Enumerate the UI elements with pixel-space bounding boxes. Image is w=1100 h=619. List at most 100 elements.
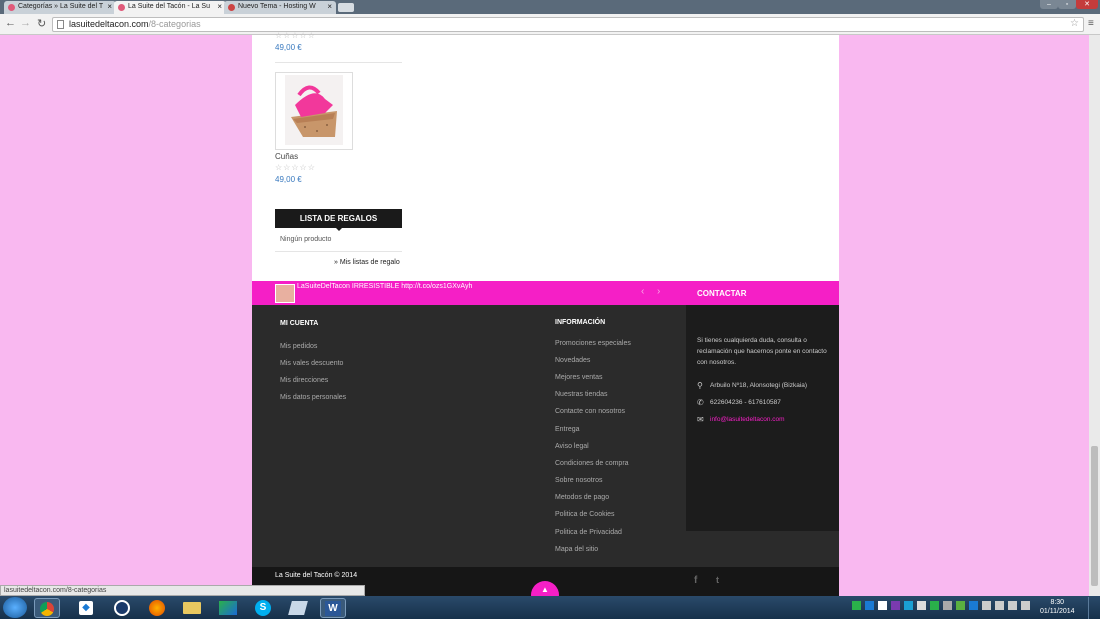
account-link[interactable]: Mis datos personales: [280, 394, 346, 401]
map-pin-icon: ⚲: [697, 381, 703, 390]
info-link[interactable]: Contacte con nosotros: [555, 408, 625, 415]
word-taskbar-icon[interactable]: W: [320, 598, 346, 618]
my-gift-lists-link[interactable]: » Mis listas de regalo: [334, 259, 400, 266]
tray-icon[interactable]: [891, 601, 900, 610]
product-name[interactable]: Cuñas: [275, 152, 298, 161]
facebook-icon[interactable]: f: [694, 575, 697, 586]
account-link[interactable]: Mis pedidos: [280, 343, 317, 350]
signal-icon[interactable]: [982, 601, 991, 610]
clock-time: 8:30: [1050, 599, 1065, 606]
tray-icon[interactable]: [865, 601, 874, 610]
system-tray: [852, 601, 1032, 613]
tray-icon[interactable]: [943, 601, 952, 610]
firefox-taskbar-icon[interactable]: [144, 598, 170, 618]
info-link[interactable]: Mejores ventas: [555, 374, 602, 381]
tray-icon[interactable]: [904, 601, 913, 610]
account-title: MI CUENTA: [280, 320, 319, 327]
close-window-button[interactable]: ✕: [1076, 0, 1098, 9]
mail-icon: ✉: [697, 415, 704, 424]
dropbox-taskbar-icon[interactable]: ◆: [73, 598, 99, 618]
menu-icon[interactable]: ≡: [1088, 18, 1094, 29]
close-tab-icon[interactable]: ×: [327, 2, 332, 11]
url-host: lasuitedeltacon.com: [69, 19, 149, 29]
info-link[interactable]: Politica de Cookies: [555, 511, 615, 518]
url-path: /8-categorias: [148, 19, 201, 29]
info-link[interactable]: Condiciones de compra: [555, 460, 629, 467]
info-link[interactable]: Metodos de pago: [555, 494, 609, 501]
tab-categorias[interactable]: Categorías » La Suite del T ×: [4, 1, 116, 14]
twitter-icon[interactable]: t: [716, 575, 719, 585]
forward-arrow-icon[interactable]: →: [20, 17, 31, 29]
tray-icon[interactable]: [878, 601, 887, 610]
tray-icon[interactable]: [852, 601, 861, 610]
product-price: 49,00 €: [275, 43, 302, 52]
divider: [275, 251, 402, 252]
phone-icon: ✆: [697, 398, 704, 407]
account-link[interactable]: Mis direcciones: [280, 377, 328, 384]
page-icon: [57, 20, 64, 29]
divider: [275, 62, 402, 63]
contact-title: CONTACTAR: [697, 289, 747, 298]
site-favicon-icon: [118, 4, 125, 11]
tray-icon[interactable]: [969, 601, 978, 610]
info-link[interactable]: Novedades: [555, 357, 590, 364]
reload-icon[interactable]: ↻: [37, 17, 46, 30]
rating-stars: ☆☆☆☆☆: [275, 31, 316, 40]
tray-icon[interactable]: [930, 601, 939, 610]
info-link[interactable]: Entrega: [555, 426, 580, 433]
address-bar[interactable]: lasuitedeltacon.com/8-categorias ☆: [52, 17, 1084, 32]
contact-intro: Si tienes cualquierda duda, consulta o r…: [697, 337, 827, 366]
system-clock[interactable]: 8:30 01/11/2014: [1040, 598, 1075, 616]
new-tab-button[interactable]: [338, 3, 354, 12]
prev-tweet-arrow-icon[interactable]: ‹: [641, 286, 644, 297]
tray-icon[interactable]: [917, 601, 926, 610]
network-taskbar-icon[interactable]: [215, 598, 241, 618]
copyright: La Suite del Tacón © 2014: [275, 572, 358, 579]
hosting-favicon-icon: [228, 4, 235, 11]
back-arrow-icon[interactable]: ←: [5, 17, 16, 29]
info-link[interactable]: Nuestras tiendas: [555, 391, 608, 398]
contact-email-link[interactable]: info@lasuitedeltacon.com: [710, 414, 785, 425]
clock-date: 01/11/2014: [1040, 608, 1075, 615]
tab-label: La Suite del Tacón - La Su: [128, 3, 210, 10]
browser-tab-bar: Categorías » La Suite del T × La Suite d…: [0, 0, 1100, 14]
gift-list-title: LISTA DE REGALOS: [275, 209, 402, 228]
product-price: 49,00 €: [275, 175, 302, 184]
scrollbar-thumb[interactable]: [1091, 446, 1098, 586]
close-tab-icon[interactable]: ×: [107, 2, 112, 11]
account-link[interactable]: Mis vales descuento: [280, 360, 343, 367]
info-title: INFORMACIÓN: [555, 319, 606, 326]
contact-address: Arbuilo Nº18, Alonsotegi (Bizkaia): [710, 382, 808, 389]
rating-stars: ☆☆☆☆☆: [275, 163, 316, 172]
info-link[interactable]: Promociones especiales: [555, 340, 631, 347]
tab-home[interactable]: La Suite del Tacón - La Su ×: [114, 1, 226, 14]
app-taskbar-icon[interactable]: [285, 598, 311, 618]
info-link[interactable]: Sobre nosotros: [555, 477, 602, 484]
skype-taskbar-icon[interactable]: S: [250, 598, 276, 618]
info-link[interactable]: Mapa del sitio: [555, 546, 598, 553]
explorer-taskbar-icon[interactable]: [179, 598, 205, 618]
close-tab-icon[interactable]: ×: [217, 2, 222, 11]
contact-phone: 622604236 - 617610587: [710, 399, 781, 406]
start-button[interactable]: [3, 597, 27, 618]
site-favicon-icon: [8, 4, 15, 11]
info-link[interactable]: Aviso legal: [555, 443, 589, 450]
tweet-text[interactable]: LaSuiteDelTacon IRRESISTIBLE http://t.co…: [297, 283, 472, 290]
wedge-shoe-image[interactable]: [285, 75, 343, 145]
tray-icon[interactable]: [956, 601, 965, 610]
maximize-button[interactable]: ▫: [1058, 0, 1076, 9]
gift-empty-text: Ningún producto: [280, 236, 332, 243]
minimize-button[interactable]: –: [1040, 0, 1058, 9]
gift-title-notch: [335, 227, 343, 231]
volume-icon[interactable]: [995, 601, 1004, 610]
next-tweet-arrow-icon[interactable]: ›: [657, 286, 660, 297]
flag-icon[interactable]: [1008, 601, 1017, 610]
network-icon[interactable]: [1021, 601, 1030, 610]
tab-hosting[interactable]: Nuevo Tema - Hosting W ×: [224, 1, 336, 14]
show-desktop-button[interactable]: [1088, 597, 1100, 619]
chrome-taskbar-icon[interactable]: [34, 598, 60, 618]
power-taskbar-icon[interactable]: [109, 598, 135, 618]
info-link[interactable]: Politica de Privacidad: [555, 529, 622, 536]
bookmark-star-icon[interactable]: ☆: [1070, 17, 1079, 30]
tweet-avatar[interactable]: [275, 284, 295, 303]
